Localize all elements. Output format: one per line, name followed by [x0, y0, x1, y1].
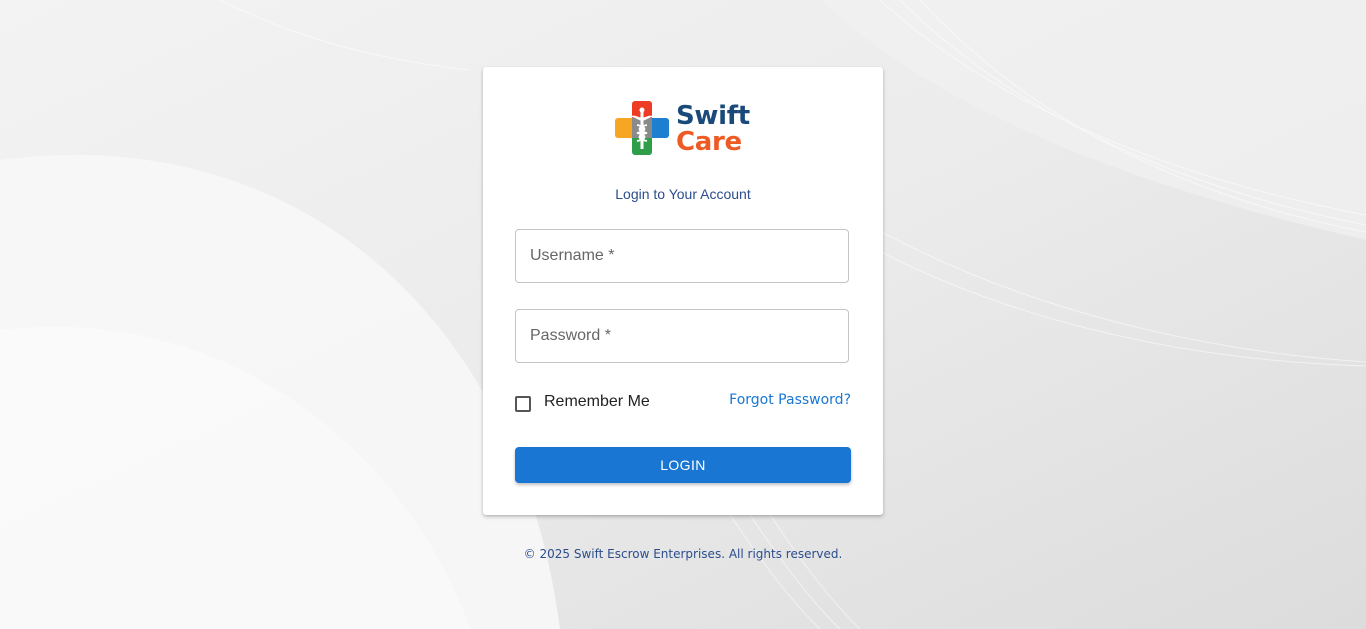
remember-me[interactable]: Remember Me — [515, 390, 650, 414]
brand-logo: Swift Care — [615, 100, 755, 158]
remember-me-checkbox[interactable] — [515, 396, 531, 412]
username-field[interactable] — [515, 229, 849, 283]
forgot-password-link[interactable]: Forgot Password? — [729, 392, 851, 408]
login-card: Swift Care Login to Your Account Remembe… — [483, 67, 883, 515]
username-input[interactable] — [516, 230, 848, 282]
password-input[interactable] — [516, 310, 848, 362]
footer-copyright: © 2025 Swift Escrow Enterprises. All rig… — [523, 547, 843, 561]
medical-cross-caduceus-icon — [615, 101, 669, 155]
login-button[interactable]: LOGIN — [515, 447, 851, 483]
brand-name-line2: Care — [676, 127, 742, 157]
password-field[interactable] — [515, 309, 849, 363]
remember-me-label: Remember Me — [544, 393, 650, 410]
login-subtitle: Login to Your Account — [615, 186, 751, 202]
brand-name-line1: Swift — [676, 101, 750, 131]
